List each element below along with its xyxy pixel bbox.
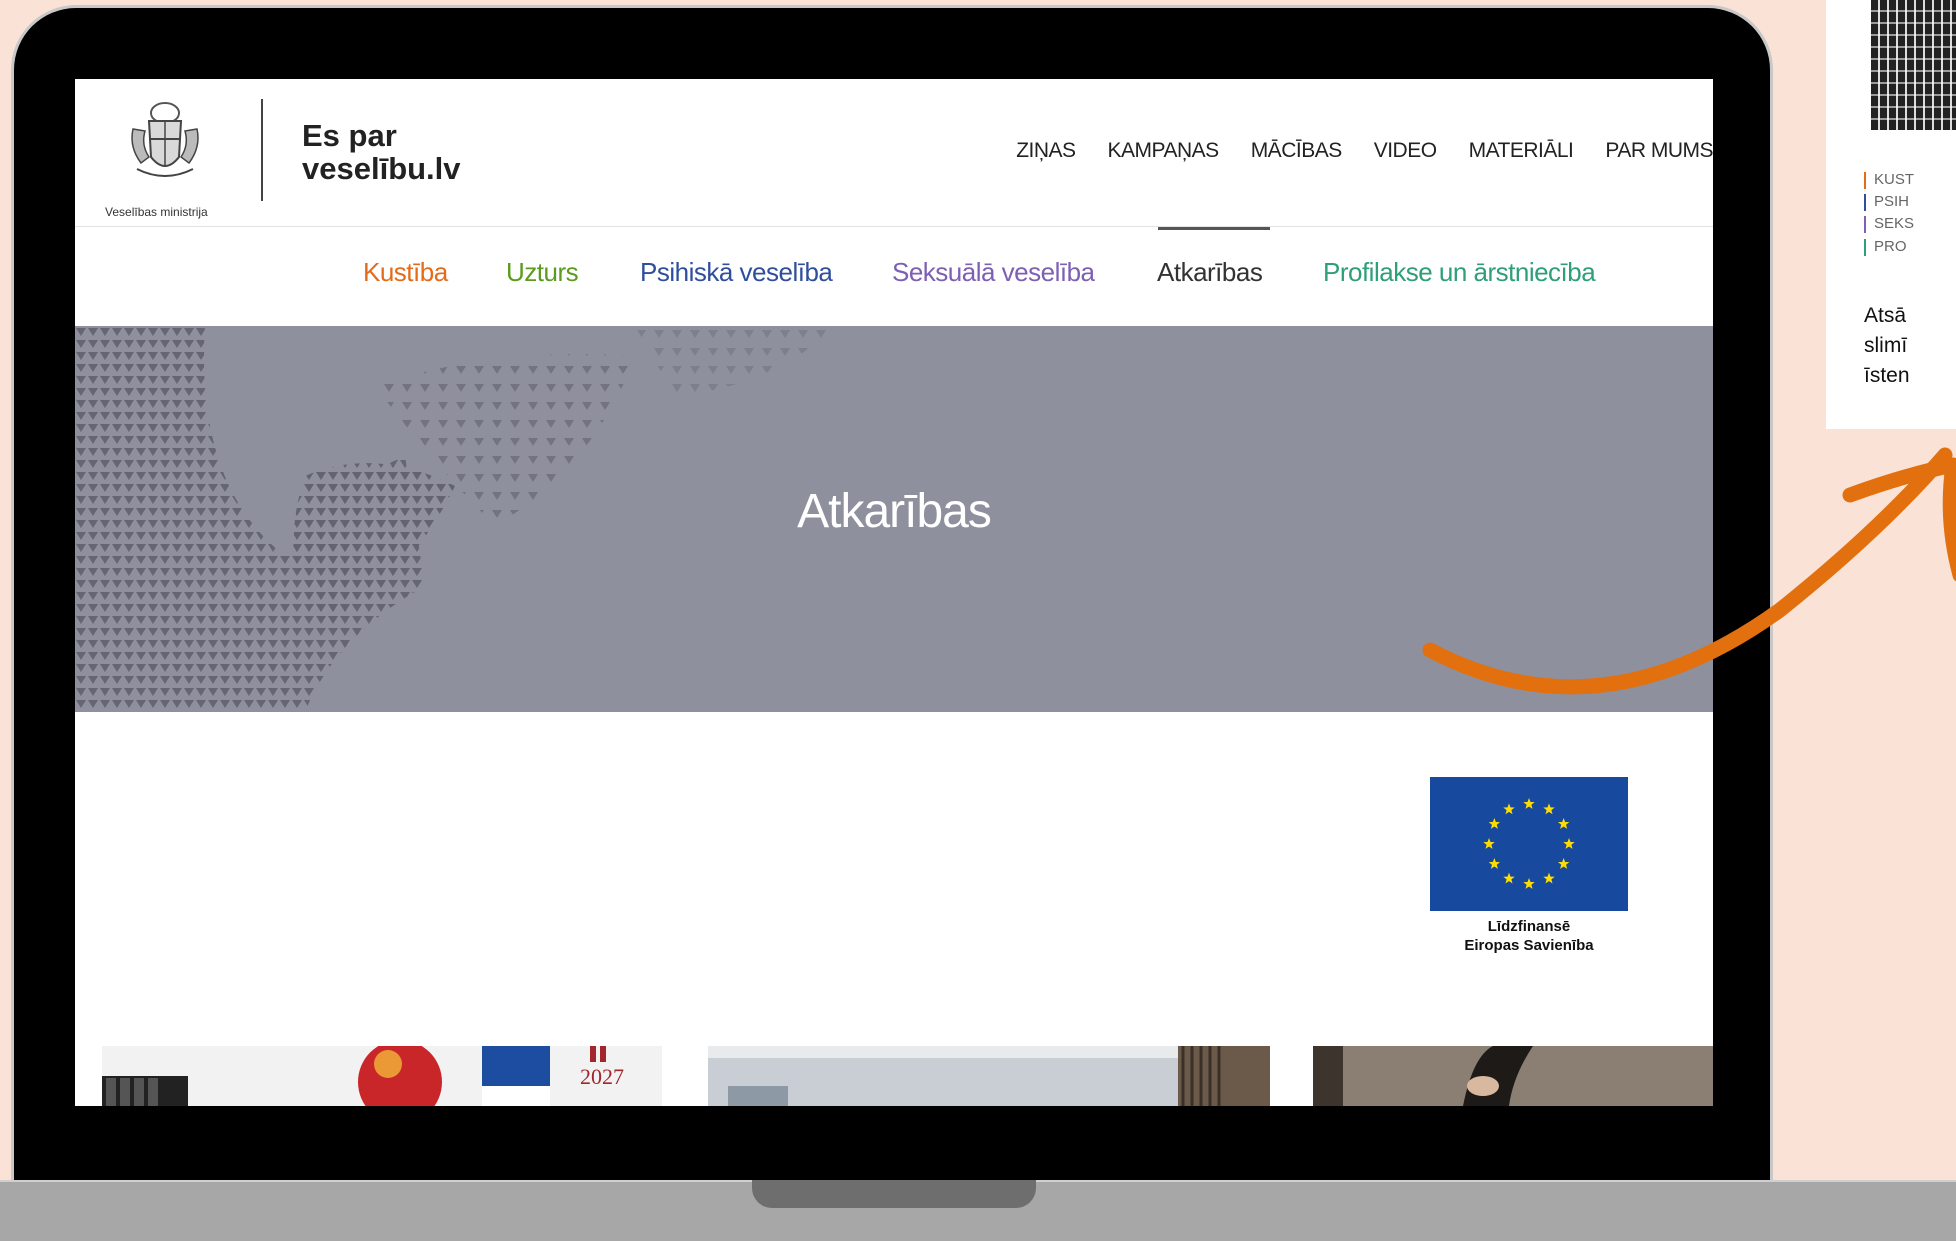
arrow-icon: [1422, 447, 1956, 695]
